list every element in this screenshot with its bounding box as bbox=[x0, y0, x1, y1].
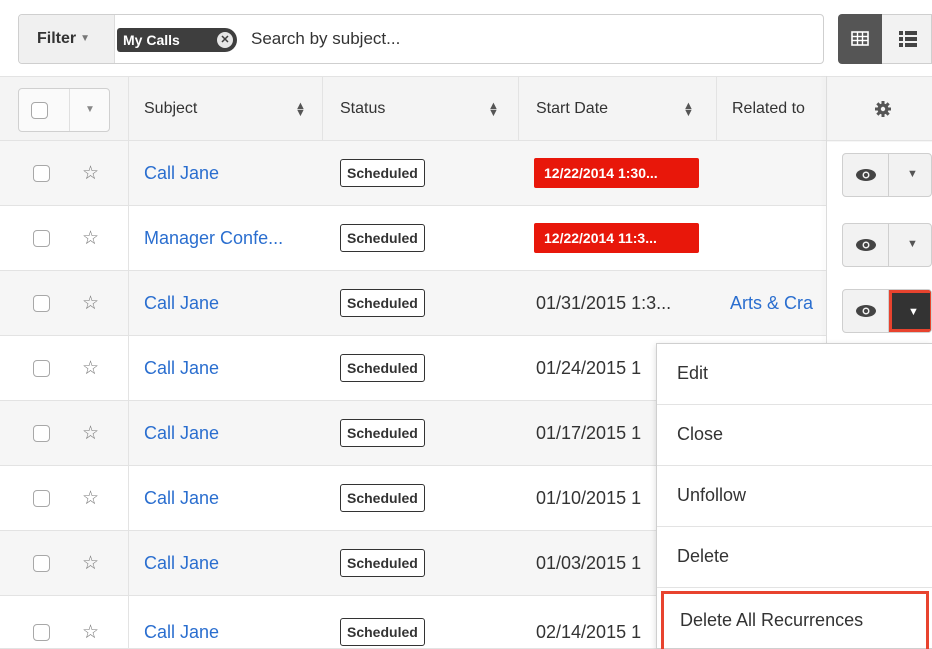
table-row[interactable]: ☆ Call Jane Scheduled 12/22/2014 1:30... bbox=[0, 141, 932, 206]
row-actions: ▼ bbox=[842, 153, 932, 197]
menu-item-edit[interactable]: Edit bbox=[657, 344, 932, 405]
row-actions-menu: Edit Close Unfollow Delete Delete All Re… bbox=[656, 343, 932, 649]
table-view-icon bbox=[851, 31, 869, 46]
close-icon[interactable]: ✕ bbox=[217, 32, 233, 48]
status-badge: Scheduled bbox=[340, 549, 425, 577]
preview-button[interactable] bbox=[843, 154, 889, 196]
table-row[interactable]: ☆ Manager Confe... Scheduled 12/22/2014 … bbox=[0, 206, 932, 271]
divider bbox=[518, 76, 519, 141]
menu-item-delete-all-recurrences[interactable]: Delete All Recurrences bbox=[661, 591, 929, 649]
column-subject-label: Subject bbox=[144, 99, 198, 117]
column-related-to-label: Related to bbox=[732, 99, 805, 117]
row-actions: ▼ bbox=[842, 223, 932, 267]
table-header: ▼ Subject ▲ ▼ Status ▲ ▼ Start Date ▲ ▼ Rel… bbox=[0, 76, 932, 141]
row-checkbox[interactable] bbox=[33, 164, 50, 182]
subject-link[interactable]: Call Jane bbox=[144, 423, 219, 444]
start-date-overdue: 12/22/2014 1:30... bbox=[534, 158, 699, 188]
chevron-down-icon[interactable]: ▼ bbox=[907, 168, 918, 180]
mass-select[interactable]: ▼ bbox=[18, 88, 110, 132]
row-actions-dropdown-button[interactable]: ▼ bbox=[889, 290, 931, 332]
row-checkbox[interactable] bbox=[33, 294, 50, 312]
star-icon[interactable]: ☆ bbox=[82, 227, 99, 250]
list-view-button[interactable] bbox=[882, 14, 932, 64]
eye-icon bbox=[856, 239, 876, 251]
status-badge: Scheduled bbox=[340, 419, 425, 447]
chevron-down-icon[interactable]: ▼ bbox=[85, 104, 95, 115]
divider bbox=[69, 89, 70, 131]
status-badge: Scheduled bbox=[340, 289, 425, 317]
preview-button[interactable] bbox=[843, 224, 889, 266]
divider bbox=[322, 76, 323, 141]
menu-item-close[interactable]: Close bbox=[657, 405, 932, 466]
chevron-down-icon[interactable]: ▼ bbox=[907, 238, 918, 250]
menu-item-delete[interactable]: Delete bbox=[657, 527, 932, 588]
subject-link[interactable]: Call Jane bbox=[144, 553, 219, 574]
star-icon[interactable]: ☆ bbox=[82, 487, 99, 510]
subject-link[interactable]: Call Jane bbox=[144, 163, 219, 184]
column-start-date-label: Start Date bbox=[536, 99, 609, 117]
column-related-to[interactable]: Related to bbox=[732, 77, 805, 140]
settings-button[interactable] bbox=[874, 77, 892, 140]
star-icon[interactable]: ☆ bbox=[82, 357, 99, 380]
filter-pill-my-calls[interactable]: My Calls ✕ bbox=[117, 28, 237, 52]
sort-icon[interactable]: ▲ ▼ bbox=[488, 101, 499, 119]
search-input[interactable] bbox=[251, 23, 811, 55]
start-date: 02/14/2015 1 bbox=[536, 621, 642, 642]
sort-icon[interactable]: ▲ ▼ bbox=[683, 101, 694, 119]
row-checkbox[interactable] bbox=[33, 554, 50, 572]
star-icon[interactable]: ☆ bbox=[82, 621, 99, 644]
subject-link[interactable]: Call Jane bbox=[144, 488, 219, 509]
related-to-link[interactable]: Arts & Cra bbox=[730, 293, 813, 314]
subject-link[interactable]: Call Jane bbox=[144, 358, 219, 379]
row-checkbox[interactable] bbox=[33, 359, 50, 377]
subject-link[interactable]: Manager Confe... bbox=[144, 228, 283, 249]
filter-label: Filter bbox=[37, 30, 77, 47]
subject-link[interactable]: Call Jane bbox=[144, 622, 219, 643]
row-checkbox[interactable] bbox=[33, 229, 50, 247]
sort-icon[interactable]: ▲ ▼ bbox=[295, 101, 306, 119]
start-date: 01/31/2015 1:3... bbox=[536, 292, 672, 313]
divider bbox=[128, 76, 129, 649]
chevron-down-icon: ▼ bbox=[908, 306, 919, 318]
filter-pill-label: My Calls bbox=[123, 32, 180, 48]
select-all-checkbox[interactable] bbox=[31, 102, 48, 119]
star-icon[interactable]: ☆ bbox=[82, 162, 99, 185]
star-icon[interactable]: ☆ bbox=[82, 422, 99, 445]
eye-icon bbox=[856, 305, 876, 317]
status-badge: Scheduled bbox=[340, 484, 425, 512]
row-checkbox[interactable] bbox=[33, 623, 50, 641]
star-icon[interactable]: ☆ bbox=[82, 292, 99, 315]
menu-item-unfollow[interactable]: Unfollow bbox=[657, 466, 932, 527]
start-date: 01/24/2015 1 bbox=[536, 357, 642, 378]
start-date: 01/10/2015 1 bbox=[536, 487, 642, 508]
status-badge: Scheduled bbox=[340, 354, 425, 382]
chevron-down-icon: ▼ bbox=[80, 33, 91, 44]
divider bbox=[716, 76, 717, 141]
subject-link[interactable]: Call Jane bbox=[144, 293, 219, 314]
row-actions: ▼ bbox=[842, 289, 932, 333]
gear-icon bbox=[875, 100, 891, 117]
column-status[interactable]: Status bbox=[340, 77, 385, 140]
start-date: 01/03/2015 1 bbox=[536, 552, 642, 573]
filter-button[interactable]: Filter ▼ bbox=[19, 15, 115, 63]
filter-bar: Filter ▼ My Calls ✕ bbox=[18, 14, 824, 64]
start-date-overdue: 12/22/2014 11:3... bbox=[534, 223, 699, 253]
star-icon[interactable]: ☆ bbox=[82, 552, 99, 575]
status-badge: Scheduled bbox=[340, 224, 425, 252]
eye-icon bbox=[856, 169, 876, 181]
preview-button[interactable] bbox=[843, 290, 889, 332]
table-row[interactable]: ☆ Call Jane Scheduled 01/31/2015 1:3... … bbox=[0, 271, 932, 336]
start-date: 01/17/2015 1 bbox=[536, 422, 642, 443]
list-view-icon bbox=[899, 31, 917, 47]
status-badge: Scheduled bbox=[340, 618, 425, 646]
table-view-button[interactable] bbox=[838, 14, 882, 64]
column-start-date[interactable]: Start Date bbox=[536, 77, 608, 140]
row-checkbox[interactable] bbox=[33, 489, 50, 507]
status-badge: Scheduled bbox=[340, 159, 425, 187]
row-checkbox[interactable] bbox=[33, 424, 50, 442]
column-subject[interactable]: Subject bbox=[144, 77, 197, 140]
column-status-label: Status bbox=[340, 99, 386, 117]
